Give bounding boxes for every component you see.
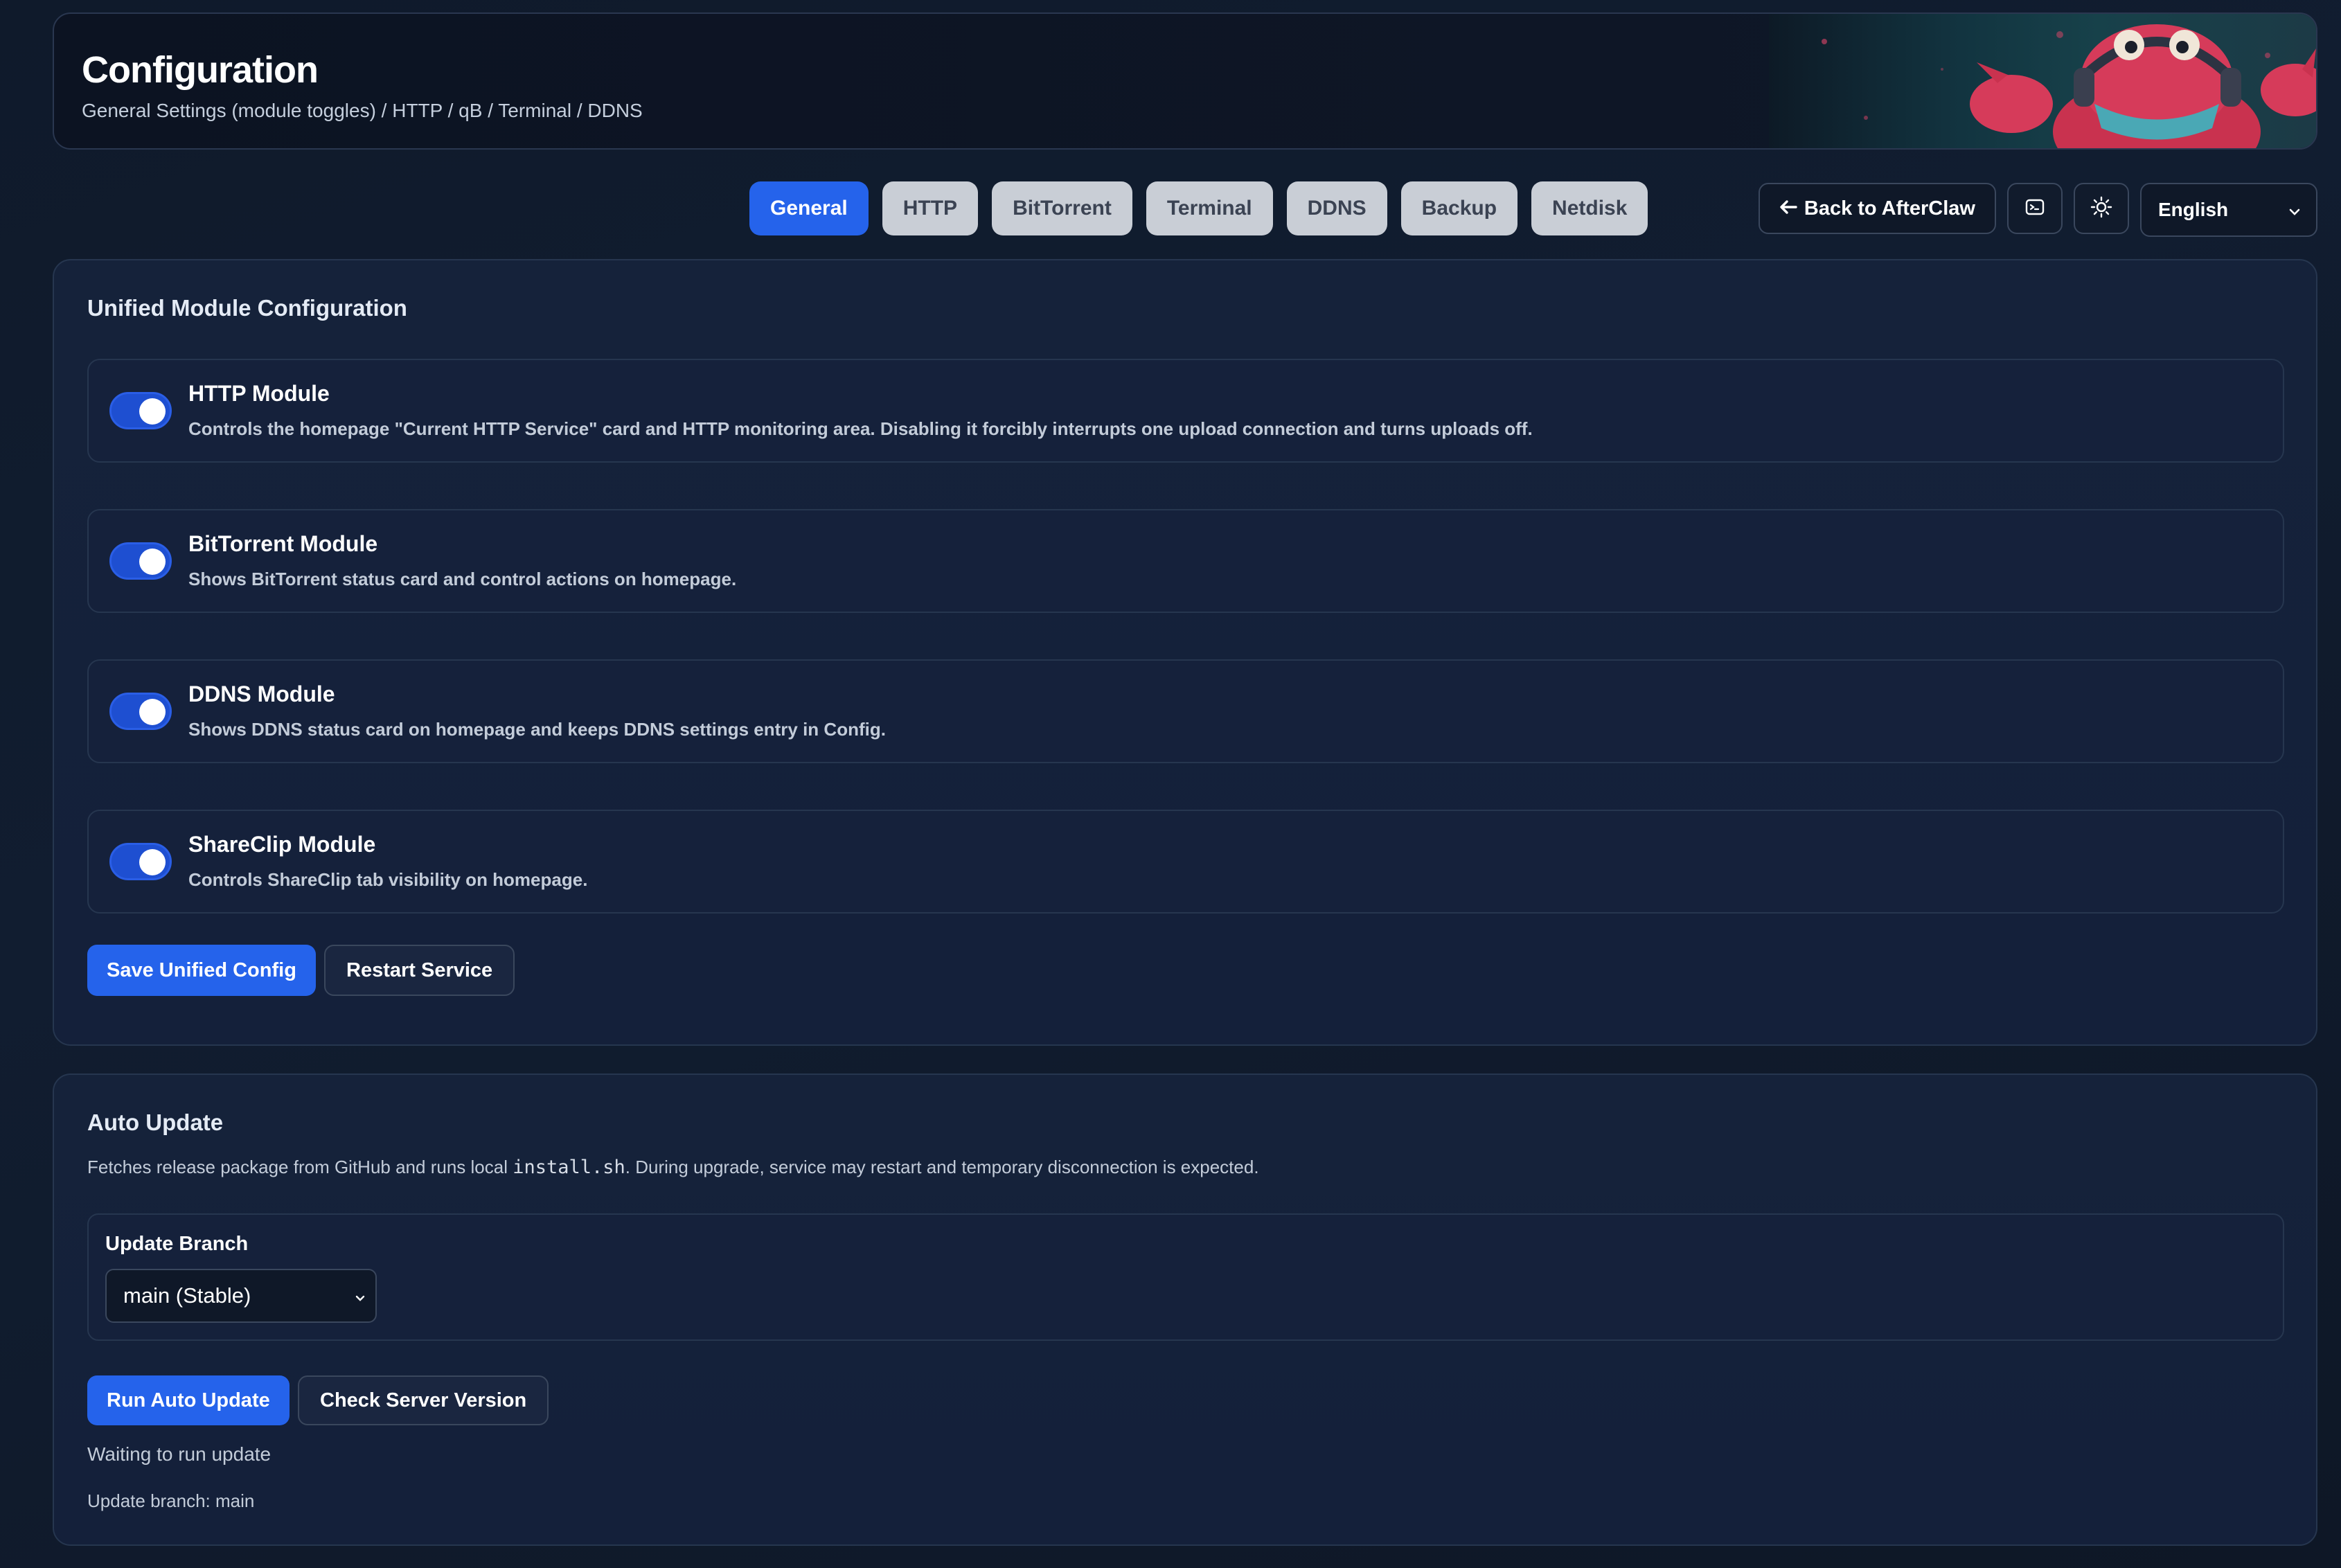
shareclip-module-toggle[interactable] <box>109 843 172 880</box>
module-description: Controls the homepage "Current HTTP Serv… <box>188 418 1533 439</box>
theme-toggle-button[interactable] <box>2074 183 2129 234</box>
crab-mascot-icon <box>1822 24 2316 148</box>
module-name: BitTorrent Module <box>188 531 378 556</box>
install-script-code: install.sh <box>513 1157 625 1178</box>
config-page: Configuration General Settings (module t… <box>0 0 2341 1568</box>
ddns-module-toggle[interactable] <box>109 693 172 730</box>
header-banner: Configuration General Settings (module t… <box>53 12 2317 150</box>
update-branch-panel: Update Branch main (Stable) <box>87 1213 2284 1341</box>
auto-update-description: Fetches release package from GitHub and … <box>87 1157 1259 1178</box>
module-name: ShareClip Module <box>188 832 376 857</box>
module-row-shareclip: ShareClip Module Controls ShareClip tab … <box>87 810 2284 914</box>
tab-ddns[interactable]: DDNS <box>1286 181 1387 235</box>
module-description: Shows BitTorrent status card and control… <box>188 569 737 589</box>
run-auto-update-button[interactable]: Run Auto Update <box>87 1375 290 1425</box>
mascot-illustration <box>1769 14 2316 148</box>
tab-http[interactable]: HTTP <box>882 181 979 235</box>
update-branch-label: Update Branch <box>105 1233 249 1255</box>
module-name: DDNS Module <box>188 681 335 706</box>
save-unified-config-button[interactable]: Save Unified Config <box>87 945 316 996</box>
tab-terminal[interactable]: Terminal <box>1146 181 1273 235</box>
restart-service-button[interactable]: Restart Service <box>324 945 515 996</box>
arrow-left-icon <box>1779 197 1797 220</box>
bittorrent-module-toggle[interactable] <box>109 542 172 580</box>
module-row-bittorrent: BitTorrent Module Shows BitTorrent statu… <box>87 509 2284 613</box>
module-row-ddns: DDNS Module Shows DDNS status card on ho… <box>87 659 2284 763</box>
language-select[interactable]: English <box>2140 183 2317 237</box>
module-description: Controls ShareClip tab visibility on hom… <box>188 869 588 890</box>
tab-backup[interactable]: Backup <box>1400 181 1518 235</box>
back-to-afterclaw-button[interactable]: Back to AfterClaw <box>1758 183 1996 234</box>
page-subtitle: General Settings (module toggles) / HTTP… <box>82 100 643 121</box>
auto-update-title: Auto Update <box>87 1110 224 1135</box>
sun-icon <box>2090 196 2112 222</box>
chevron-down-icon <box>355 1283 366 1308</box>
branch-select-value: main (Stable) <box>123 1283 251 1308</box>
check-server-version-button[interactable]: Check Server Version <box>298 1375 549 1425</box>
module-config-title: Unified Module Configuration <box>87 295 407 321</box>
update-branch-info: Update branch: main <box>87 1490 255 1511</box>
chevron-down-icon <box>2288 199 2301 221</box>
http-module-toggle[interactable] <box>109 392 172 429</box>
module-name: HTTP Module <box>188 381 330 406</box>
update-status-text: Waiting to run update <box>87 1443 272 1465</box>
terminal-button[interactable] <box>2007 183 2063 234</box>
language-value: English <box>2158 199 2229 220</box>
tab-bittorrent[interactable]: BitTorrent <box>992 181 1132 235</box>
page-title: Configuration <box>82 49 319 91</box>
auto-update-card: Auto Update Fetches release package from… <box>53 1073 2317 1546</box>
module-config-card: Unified Module Configuration HTTP Module… <box>53 259 2317 1046</box>
module-row-http: HTTP Module Controls the homepage "Curre… <box>87 359 2284 463</box>
back-button-label: Back to AfterClaw <box>1804 197 1975 220</box>
module-description: Shows DDNS status card on homepage and k… <box>188 719 886 740</box>
tab-netdisk[interactable]: Netdisk <box>1531 181 1648 235</box>
update-branch-select[interactable]: main (Stable) <box>105 1269 377 1323</box>
header-toolbar: Back to AfterClaw English <box>1758 183 2317 237</box>
tab-general[interactable]: General <box>749 181 869 235</box>
terminal-icon <box>2025 199 2045 219</box>
config-tabs: General HTTP BitTorrent Terminal DDNS Ba… <box>749 181 1648 235</box>
